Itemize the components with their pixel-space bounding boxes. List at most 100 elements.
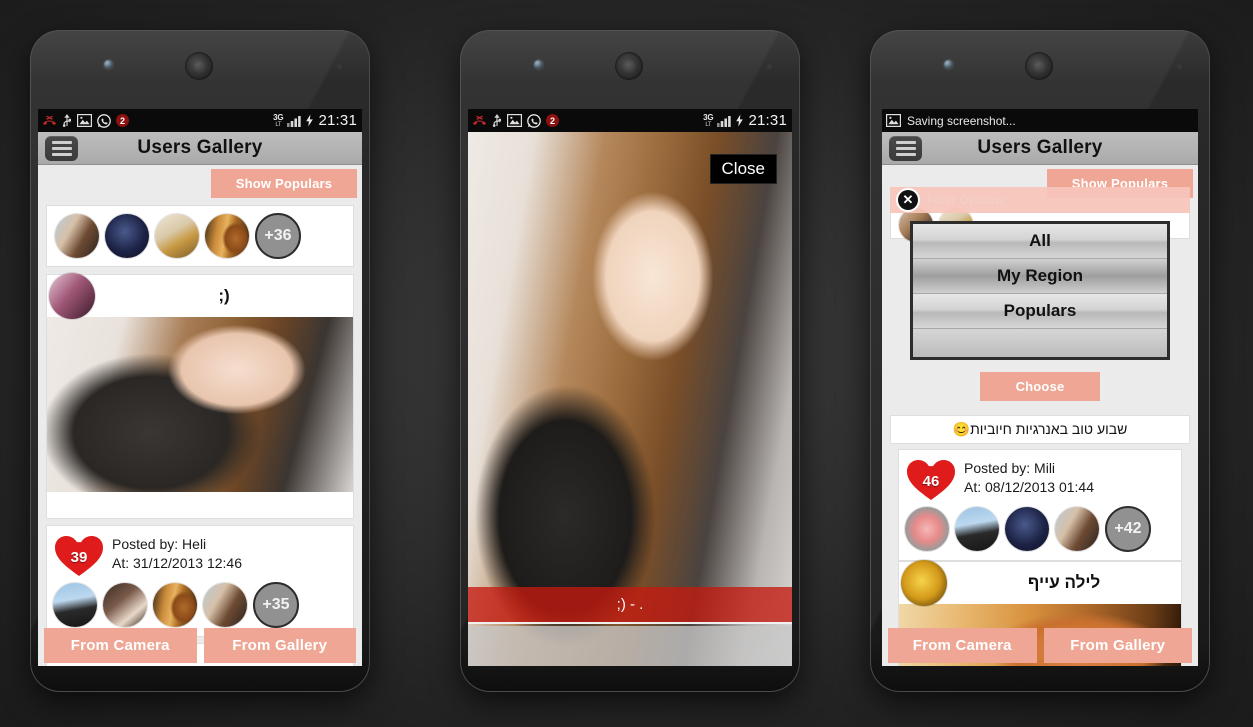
hamburger-menu-icon[interactable] — [889, 135, 922, 161]
viewer-bottom-strip — [468, 626, 792, 666]
status-bar-left-icons: 2 — [42, 113, 129, 128]
status-bar-left-icons: 2 — [472, 113, 559, 128]
signal-bars-icon — [717, 115, 732, 127]
post-meta-card: 46 Posted by: Mili At: 08/12/2013 01:44 … — [898, 449, 1182, 561]
post-header: לילה עייף — [899, 560, 1181, 606]
dialog-body: All My Region Populars Choose — [890, 213, 1190, 411]
dialog-title: Filter Options — [927, 193, 1005, 207]
proximity-sensors-icon — [1163, 64, 1182, 69]
avatar[interactable] — [1055, 507, 1099, 551]
from-camera-button[interactable]: From Camera — [888, 628, 1037, 663]
avatar[interactable] — [105, 214, 149, 258]
avatar[interactable] — [205, 214, 249, 258]
posted-at-label: At: 31/12/2013 12:46 — [112, 555, 242, 572]
from-gallery-button[interactable]: From Gallery — [203, 628, 356, 663]
avatar[interactable] — [53, 583, 97, 627]
image-icon — [507, 114, 523, 128]
proximity-sensors-icon — [753, 64, 772, 69]
battery-charging-icon — [305, 114, 314, 127]
posted-by-label: Posted by: Heli — [112, 536, 207, 552]
avatar[interactable] — [905, 507, 949, 551]
avatar-more-count[interactable]: +36 — [255, 213, 301, 259]
status-bar-right-icons: 3G LT 21:31 — [703, 112, 787, 129]
missed-call-icon — [42, 115, 57, 127]
populars-avatar-card: +36 — [46, 205, 354, 267]
app-content-1: Show Populars +36 ;) 39 Posted by: Heli … — [38, 165, 362, 666]
post-card: ;) — [46, 273, 354, 519]
from-camera-button[interactable]: From Camera — [44, 628, 197, 663]
filter-option-populars[interactable]: Populars — [913, 294, 1167, 329]
filter-option-all[interactable]: All — [913, 224, 1167, 259]
filter-options-dialog: ✕ Filter Options All My Region Populars … — [890, 187, 1190, 411]
avatar-more-count[interactable]: +35 — [253, 582, 299, 628]
avatar[interactable] — [103, 583, 147, 627]
likes-count: 46 — [922, 473, 940, 490]
likes-count: 39 — [70, 549, 88, 566]
notification-count-badge: 2 — [116, 114, 129, 127]
avatar[interactable] — [955, 507, 999, 551]
fullscreen-photo[interactable] — [468, 132, 792, 666]
post-meta-lines: Posted by: Mili At: 08/12/2013 01:44 — [964, 456, 1094, 498]
status-bar-3: Saving screenshot... — [882, 109, 1198, 132]
image-icon — [886, 114, 902, 128]
filter-option-my-region[interactable]: My Region — [913, 259, 1167, 294]
listbox-empty-area — [913, 329, 1167, 357]
network-3g-icon: 3G LT — [273, 112, 284, 128]
usb-icon — [492, 113, 502, 128]
hebrew-caption-row: שבוע טוב באנרגיות חיוביות😊 — [890, 415, 1190, 444]
show-populars-row: Show Populars — [38, 165, 362, 198]
usb-icon — [62, 113, 72, 128]
post-meta-card: 39 Posted by: Heli At: 31/12/2013 12:46 … — [46, 525, 354, 637]
show-populars-button[interactable]: Show Populars — [211, 169, 357, 198]
earpiece-speaker-icon — [615, 52, 643, 80]
network-3g-icon: 3G LT — [703, 112, 714, 128]
filter-listbox[interactable]: All My Region Populars — [910, 221, 1170, 360]
avatar[interactable] — [155, 214, 199, 258]
app-content-3: Show Populars ✕ Filter Options All My Re… — [882, 165, 1198, 666]
saving-screenshot-label: Saving screenshot... — [907, 113, 1016, 128]
proximity-sensors-icon — [323, 64, 342, 69]
avatar[interactable] — [203, 583, 247, 627]
avatar-more-count[interactable]: +42 — [1105, 506, 1151, 552]
avatar[interactable] — [153, 583, 197, 627]
signal-bars-icon — [287, 115, 302, 127]
hebrew-caption: שבוע טוב באנרגיות חיוביות😊 — [952, 421, 1128, 437]
status-bar-clock: 21:31 — [318, 112, 357, 129]
posted-by-label: Posted by: Mili — [964, 460, 1056, 476]
notification-count-badge: 2 — [546, 114, 559, 127]
likes-heart-badge: 39 — [53, 532, 105, 578]
close-button[interactable]: Close — [709, 154, 777, 184]
status-bar-clock: 21:31 — [748, 112, 787, 129]
choose-button[interactable]: Choose — [980, 372, 1100, 401]
status-bar-2: 2 3G LT 21:31 — [468, 109, 792, 132]
from-gallery-button[interactable]: From Gallery — [1043, 628, 1192, 663]
avatar[interactable] — [55, 214, 99, 258]
phone-2-screen: 2 3G LT 21:31 Close ;) - . — [468, 109, 792, 666]
page-title: Users Gallery — [977, 137, 1103, 158]
status-bar-right-icons: 3G LT 21:31 — [273, 112, 357, 129]
front-camera-icon — [534, 60, 543, 69]
photo-caption: ;) - . — [468, 587, 792, 624]
post-title: ;) — [218, 286, 230, 305]
whatsapp-icon — [527, 113, 541, 128]
bottom-action-bar-1: From Camera From Gallery — [38, 628, 362, 666]
close-circle-icon[interactable]: ✕ — [898, 190, 918, 210]
post-author-avatar[interactable] — [901, 560, 947, 606]
likers-avatar-strip: +35 — [47, 580, 353, 630]
hamburger-menu-icon[interactable] — [45, 135, 78, 161]
post-author-avatar[interactable] — [49, 273, 95, 319]
post-photo[interactable] — [47, 317, 353, 492]
whatsapp-icon — [97, 113, 111, 128]
post-meta-lines: Posted by: Heli At: 31/12/2013 12:46 — [112, 532, 242, 574]
dialog-header: ✕ Filter Options — [890, 187, 1190, 213]
posted-at-label: At: 08/12/2013 01:44 — [964, 479, 1094, 496]
post-header: ;) — [47, 273, 353, 319]
missed-call-icon — [472, 115, 487, 127]
phone-device-1: 2 3G LT 21:31 Users Gallery Show Popular… — [30, 30, 370, 692]
avatar[interactable] — [1005, 507, 1049, 551]
post-meta-header: 39 Posted by: Heli At: 31/12/2013 12:46 — [47, 530, 353, 580]
avatar-strip: +36 — [47, 206, 353, 266]
phone-device-3: Saving screenshot... Users Gallery Show … — [870, 30, 1210, 692]
phone-3-screen: Saving screenshot... Users Gallery Show … — [882, 109, 1198, 666]
status-bar-1: 2 3G LT 21:31 — [38, 109, 362, 132]
